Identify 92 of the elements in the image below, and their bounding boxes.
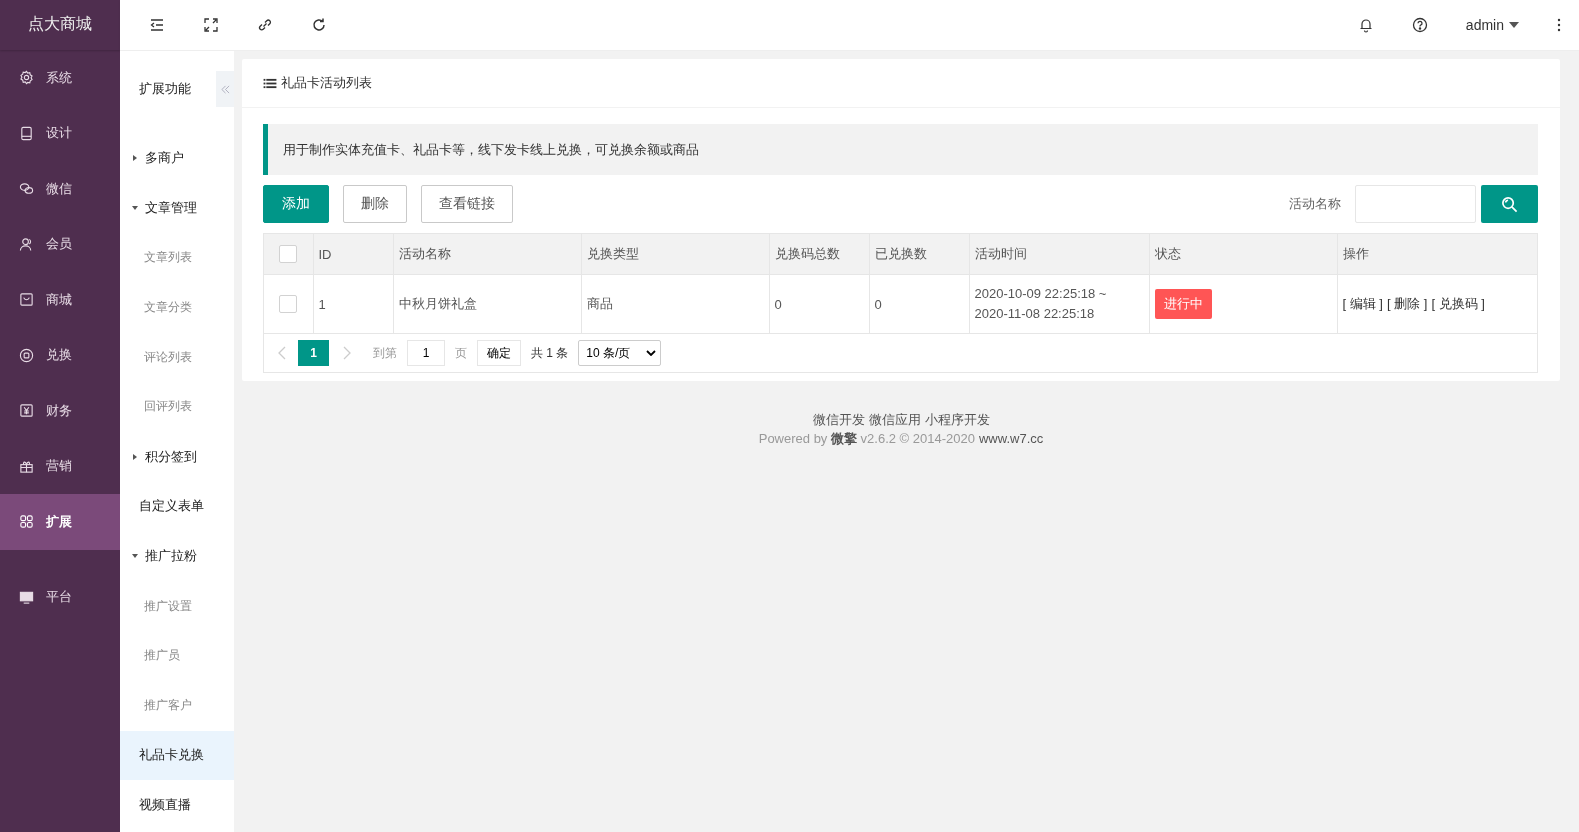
caret-down-icon (132, 204, 138, 211)
page-input[interactable]: 1 (407, 340, 445, 366)
chevron-down-icon (646, 350, 657, 356)
menu-group[interactable]: 多商户 (120, 133, 234, 183)
row-checkbox[interactable] (279, 295, 298, 313)
search-field[interactable] (1355, 185, 1476, 223)
list-icon (263, 77, 277, 89)
search-button[interactable] (1481, 185, 1538, 223)
column-header: 操作 (1337, 234, 1537, 275)
caret-right-icon (132, 154, 138, 161)
status-badge: 进行中 (1154, 289, 1212, 319)
chat-icon (19, 181, 34, 197)
double-chevron-icon (220, 84, 230, 94)
select-all-checkbox[interactable] (279, 245, 298, 263)
caret-down-icon (132, 553, 138, 560)
table-cell: 0 (869, 274, 969, 334)
search-label: 活动名称 (1289, 195, 1341, 213)
grid-icon (19, 514, 34, 530)
monitor-icon (19, 589, 34, 605)
notice-bar: 用于制作实体充值卡、礼品卡等，线下发卡线上兑换，可兑换余额或商品 (263, 124, 1538, 175)
menu-item[interactable]: 推广设置 (120, 581, 234, 631)
activity-time: 2020-10-09 22:25:18 ~ 2020-11-08 22:25:18 (974, 285, 1108, 323)
footer-link[interactable]: 小程序开发 (924, 410, 990, 429)
sidebar-item[interactable]: 微信 (0, 161, 120, 217)
footer-link[interactable]: www.w7.cc (979, 429, 1044, 448)
column-header: 兑换码总数 (769, 234, 869, 275)
delete-button[interactable]: 删除 (343, 185, 407, 223)
total-count: 共 1 条 (531, 344, 569, 362)
link-icon[interactable] (257, 17, 273, 33)
sidebar-item[interactable]: 会员 (0, 216, 120, 272)
footer-link[interactable]: 微信应用 (868, 410, 921, 429)
search-icon (1501, 195, 1518, 213)
user-icon (19, 236, 34, 252)
sidebar-item[interactable]: 营销 (0, 438, 120, 494)
panel-title: 礼品卡活动列表 (281, 74, 372, 92)
view-link-button[interactable]: 查看链接 (421, 185, 513, 223)
column-header: ID (313, 234, 393, 275)
column-header: 已兑换数 (869, 234, 969, 275)
add-button[interactable]: 添加 (263, 185, 329, 223)
fullscreen-icon[interactable] (203, 17, 219, 33)
sidebar-item[interactable]: 商城 (0, 272, 120, 328)
table-cell: 中秋月饼礼盒 (393, 274, 581, 334)
table-cell: 1 (313, 274, 393, 334)
page-number[interactable]: 1 (298, 340, 329, 366)
menu-item[interactable]: 推广员 (120, 630, 234, 681)
column-header: 活动名称 (393, 234, 581, 275)
menu-item[interactable]: 评论列表 (120, 332, 234, 382)
table-cell: 商品 (581, 274, 769, 334)
action-link[interactable]: [ 删除 ] (1386, 295, 1428, 313)
column-header: 活动时间 (969, 234, 1149, 275)
sidebar-item[interactable]: 财务 (0, 383, 120, 439)
sidebar-item[interactable]: 扩展 (0, 494, 120, 550)
more-icon[interactable] (1557, 17, 1561, 33)
menu-item[interactable]: 礼品卡兑换 (120, 730, 234, 781)
yen-icon (19, 403, 34, 419)
help-icon[interactable] (1411, 17, 1428, 33)
page-unit: 页 (455, 344, 467, 362)
menu-item[interactable]: 自定义表单 (120, 481, 234, 532)
menu-item[interactable]: 推广客户 (120, 680, 234, 731)
sub-sidebar-title: 扩展功能 (138, 80, 192, 98)
gear-icon (19, 70, 34, 86)
brand-logo: 点大商城 (0, 0, 120, 50)
caret-right-icon (132, 453, 138, 460)
copyright-text: Powered by 微擎 v2.6.2 © 2014-2020 (758, 430, 975, 448)
goto-label: 到第 (373, 344, 397, 362)
action-link[interactable]: [ 兑换码 ] (1431, 295, 1485, 313)
menu-fold-icon[interactable] (149, 17, 165, 33)
footer-link[interactable]: 微信开发 (812, 410, 865, 429)
menu-group[interactable]: 积分签到 (120, 431, 234, 482)
sidebar-item[interactable]: 系统 (0, 50, 120, 106)
coin-icon (19, 347, 34, 363)
page-size-select[interactable]: 10 条/页 (578, 340, 662, 366)
menu-group[interactable]: 推广拉粉 (120, 531, 234, 582)
sidebar-item[interactable]: 设计 (0, 105, 120, 161)
user-menu[interactable]: admin (1465, 17, 1519, 33)
column-header: 兑换类型 (581, 234, 769, 275)
bag-icon (19, 292, 34, 308)
menu-item[interactable]: 文章分类 (120, 282, 234, 333)
confirm-button[interactable]: 确定 (477, 340, 521, 366)
caret-icon (1509, 22, 1519, 28)
tablet-icon (19, 125, 34, 141)
menu-item[interactable]: 视频直播 (120, 780, 234, 831)
gift-icon (19, 458, 34, 474)
menu-item[interactable]: 文章列表 (120, 232, 234, 283)
table-cell: 0 (769, 274, 869, 334)
sidebar-item[interactable]: 平台 (0, 569, 120, 625)
menu-group[interactable]: 文章管理 (120, 182, 234, 233)
menu-item[interactable]: 回评列表 (120, 382, 234, 432)
action-link[interactable]: [ 编辑 ] (1342, 295, 1383, 313)
column-header: 状态 (1149, 234, 1337, 275)
refresh-icon[interactable] (311, 17, 327, 33)
sidebar-item[interactable]: 兑换 (0, 327, 120, 383)
